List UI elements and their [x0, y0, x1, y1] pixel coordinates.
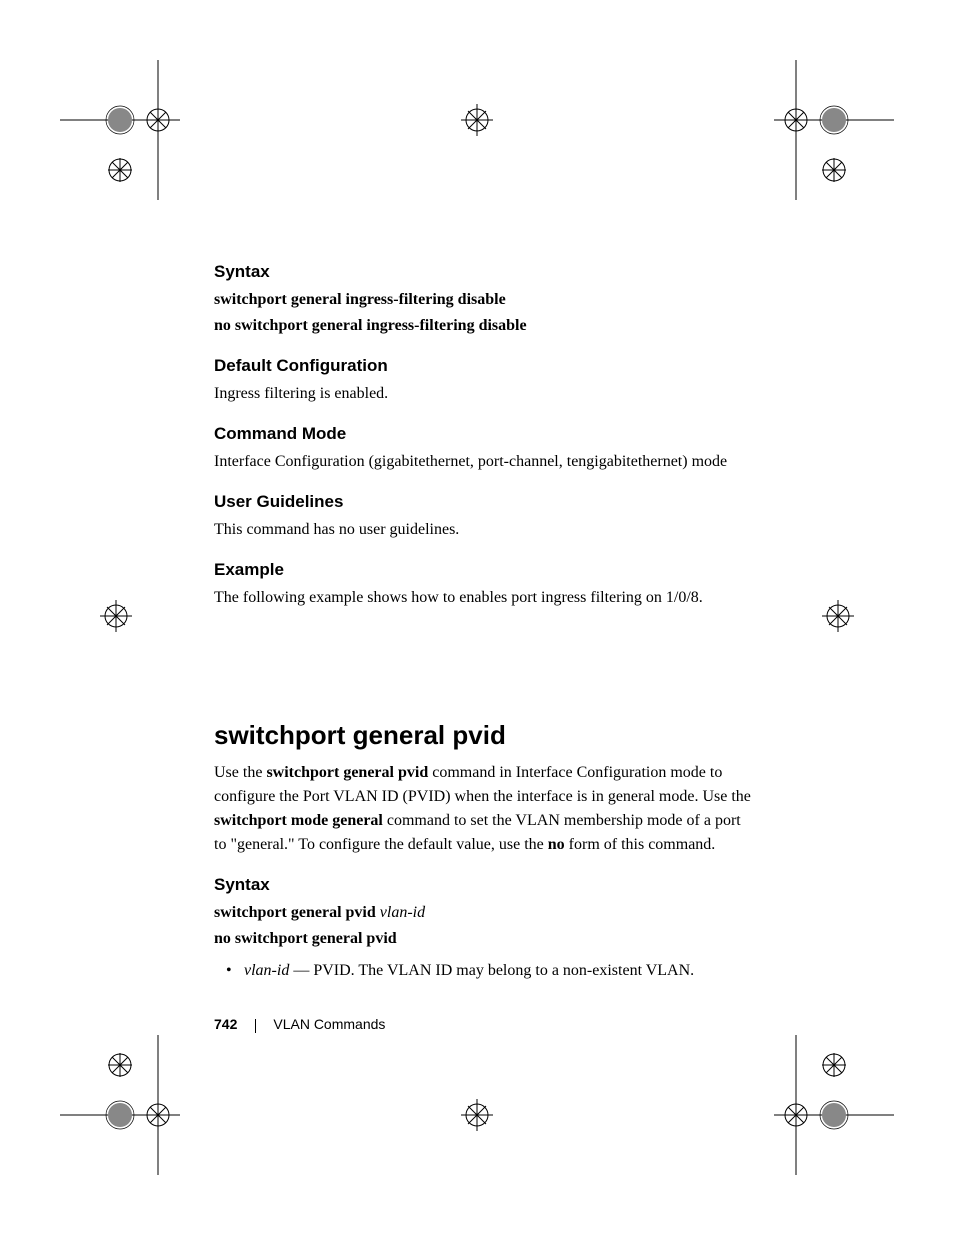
syntax2-line1-italic: vlan-id [380, 904, 425, 921]
bullet-rest: — PVID. The VLAN ID may belong to a non-… [289, 962, 694, 979]
main-heading: switchport general pvid [214, 720, 754, 751]
crop-mark-bottom-left [60, 1035, 180, 1175]
syntax2-line1-bold: switchport general pvid [214, 904, 380, 921]
syntax-heading-1: Syntax [214, 262, 754, 282]
crop-mark-top-center [457, 100, 497, 140]
main-paragraph: Use the switchport general pvid command … [214, 761, 754, 857]
example-body: The following example shows how to enabl… [214, 586, 754, 610]
page-number: 742 [214, 1016, 237, 1032]
syntax-line-2: no switchport general ingress-filtering … [214, 314, 754, 338]
user-guidelines-body: This command has no user guidelines. [214, 518, 754, 542]
example-heading: Example [214, 560, 754, 580]
syntax-line-1: switchport general ingress-filtering dis… [214, 288, 754, 312]
para-b1: switchport general pvid [266, 764, 428, 781]
syntax2-bullet: vlan-id — PVID. The VLAN ID may belong t… [244, 959, 754, 983]
crop-mark-top-right [774, 60, 894, 200]
crop-mark-mid-left [96, 596, 136, 636]
command-mode-heading: Command Mode [214, 424, 754, 444]
para-b3: no [548, 836, 565, 853]
command-mode-body: Interface Configuration (gigabitethernet… [214, 450, 754, 474]
crop-mark-bottom-right [774, 1035, 894, 1175]
footer-divider [255, 1019, 256, 1033]
bullet-italic: vlan-id [244, 962, 289, 979]
syntax2-line1: switchport general pvid vlan-id [214, 901, 754, 925]
crop-mark-bottom-center [457, 1095, 497, 1135]
para-t1: Use the [214, 764, 266, 781]
default-config-heading: Default Configuration [214, 356, 754, 376]
page-footer: 742 VLAN Commands [214, 1016, 385, 1034]
crop-mark-top-left [60, 60, 180, 200]
para-b2: switchport mode general [214, 812, 383, 829]
default-config-body: Ingress filtering is enabled. [214, 382, 754, 406]
para-t4: form of this command. [565, 836, 716, 853]
page-content: Syntax switchport general ingress-filter… [214, 262, 754, 983]
user-guidelines-heading: User Guidelines [214, 492, 754, 512]
syntax-heading-2: Syntax [214, 875, 754, 895]
footer-section: VLAN Commands [273, 1016, 385, 1032]
crop-mark-mid-right [818, 596, 858, 636]
syntax2-line2: no switchport general pvid [214, 927, 754, 951]
